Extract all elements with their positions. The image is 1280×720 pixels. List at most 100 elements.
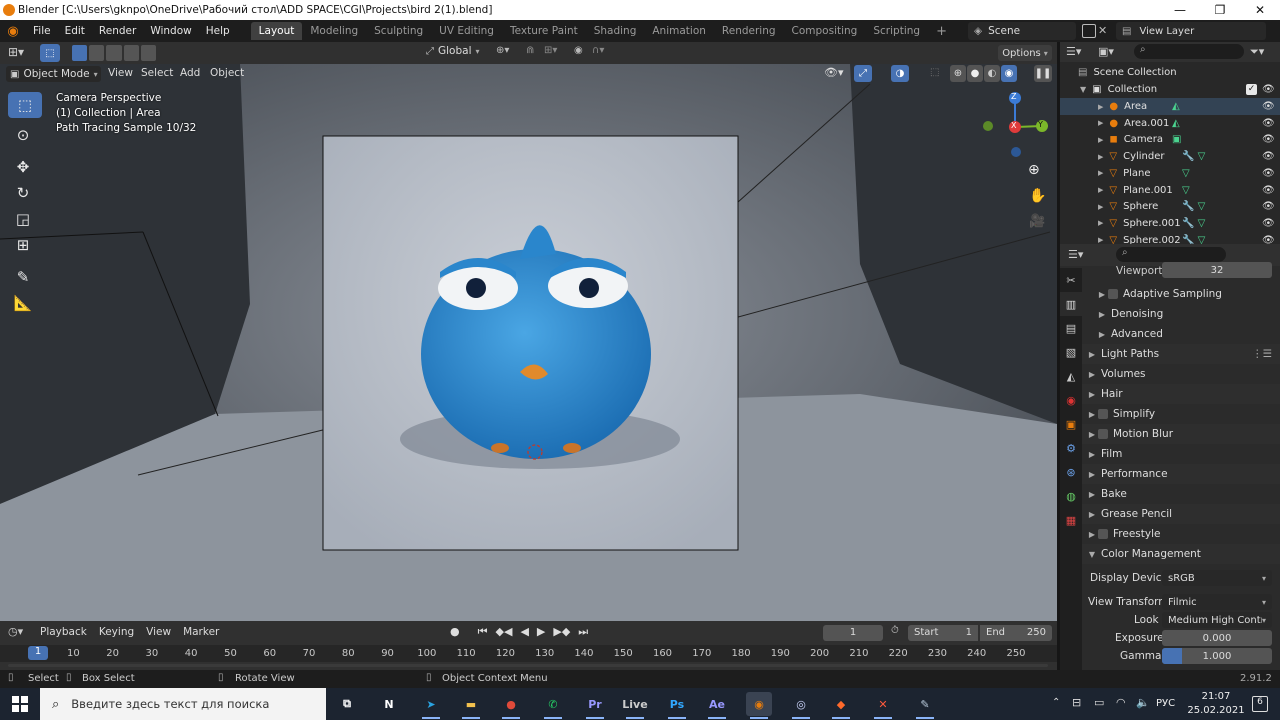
outliner-search-input[interactable]: ⌕ (1134, 44, 1244, 59)
volume-icon[interactable]: 🔈 (1136, 696, 1150, 709)
sidebar-toggle-icon[interactable]: ❚❚ (1034, 65, 1052, 82)
viewport-menu-add[interactable]: Add (180, 67, 200, 79)
language-indicator[interactable]: РУС (1156, 698, 1175, 709)
panel-performance[interactable]: ▶ Performance (1082, 464, 1280, 484)
play-icon[interactable]: ▶ (537, 625, 545, 639)
subpanel-advanced[interactable]: ▶ Advanced (1082, 324, 1280, 344)
viewport-menu-select[interactable]: Select (141, 67, 173, 79)
menu-help[interactable]: Help (199, 25, 237, 37)
view-layer-tab-icon[interactable]: ▧ (1060, 340, 1082, 364)
expand-triangle-icon[interactable]: ▼ (1080, 85, 1086, 94)
expand-triangle-icon[interactable]: ▶ (1098, 203, 1103, 211)
outliner-item-area-001[interactable]: ▶ ● Area.001 ◭ 👁 (1060, 115, 1280, 132)
move-tool-icon[interactable]: ✥ (8, 154, 38, 180)
select-extend-icon[interactable] (89, 45, 105, 61)
windows-start-icon[interactable] (12, 696, 28, 712)
panel-color-management[interactable]: ▼ Color Management (1082, 544, 1280, 564)
visibility-eye-icon[interactable]: 👁 (1262, 185, 1275, 196)
tab-animation[interactable]: Animation (644, 22, 714, 40)
taskbar-notion-icon[interactable]: N (376, 692, 402, 716)
object-mode-dropdown[interactable]: ▣ Object Mode ▾ (6, 66, 101, 82)
collection-checkbox[interactable]: ✓ (1246, 84, 1257, 95)
jump-end-icon[interactable]: ⏭ (578, 625, 588, 639)
outliner-scene-collection[interactable]: ▤ Scene Collection (1060, 64, 1280, 81)
expand-triangle-icon[interactable]: ▶ (1098, 136, 1103, 144)
timeline-menu-view[interactable]: View (146, 626, 171, 638)
xray-icon[interactable]: ⬚ (930, 67, 939, 78)
visibility-eye-icon[interactable]: 👁 (1262, 168, 1275, 179)
taskbar-after-effects-icon[interactable]: Ae (704, 692, 730, 719)
pivot-point-icon[interactable]: ⊕▾ (496, 45, 509, 56)
mesh-data-icon[interactable]: 🔧 ▽ (1182, 151, 1205, 162)
visibility-eye-icon[interactable]: 👁 (1262, 218, 1275, 229)
properties-search-input[interactable]: ⌕ (1116, 247, 1226, 262)
maximize-button[interactable]: ❐ (1200, 0, 1240, 20)
tab-sculpting[interactable]: Sculpting (366, 22, 431, 40)
taskbar-search-box[interactable]: ⌕ Введите здесь текст для поиска (40, 688, 326, 720)
snap-target-icon[interactable]: ⊞▾ (544, 45, 557, 56)
output-tab-icon[interactable]: ▤ (1060, 316, 1082, 340)
view-transform-select[interactable]: Filmic ▾ (1162, 594, 1272, 610)
camera-view-icon[interactable]: 🎥 (1029, 214, 1045, 229)
tray-chevron-icon[interactable]: ⌃ (1052, 697, 1060, 708)
outliner-item-camera[interactable]: ▶ ◼ Camera ▣ 👁 (1060, 131, 1280, 148)
current-frame-field[interactable]: 1 (823, 625, 883, 641)
taskbar-whatsapp-icon[interactable]: ✆ (540, 692, 566, 719)
gizmo-toggle-icon[interactable]: ⤢ (854, 65, 872, 82)
outliner-item-sphere[interactable]: ▶ ▽ Sphere 🔧 ▽ 👁 (1060, 198, 1280, 215)
clock-date[interactable]: 25.02.2021 (1186, 705, 1246, 716)
taskbar-premiere-icon[interactable]: Pr (582, 692, 608, 719)
viewport-samples-field[interactable]: 32 (1162, 262, 1272, 278)
select-intersect-icon[interactable] (140, 45, 157, 61)
taskbar-chrome-icon[interactable]: ● (498, 692, 524, 719)
zoom-icon[interactable]: ⊕ (1028, 162, 1040, 178)
adaptive-sampling-checkbox[interactable] (1108, 289, 1118, 299)
texture-tab-icon[interactable]: ▦ (1060, 508, 1082, 532)
render-tab-icon[interactable]: ▥ (1060, 292, 1082, 316)
select-new-icon[interactable] (72, 45, 88, 61)
cursor-tool-icon[interactable]: ⊙ (8, 122, 38, 148)
close-button[interactable]: ✕ (1240, 0, 1280, 20)
tab-layout[interactable]: Layout (250, 22, 303, 40)
visibility-icon[interactable]: 👁▾ (824, 66, 844, 79)
taskbar-blender-icon[interactable]: ◉ (746, 692, 772, 719)
record-icon[interactable]: ● (450, 625, 460, 639)
navigation-gizmo[interactable]: Z Y X (980, 90, 1050, 160)
battery-icon[interactable]: ▭ (1094, 696, 1104, 709)
object-tab-icon[interactable]: ▣ (1060, 412, 1082, 436)
tab-texture-paint[interactable]: Texture Paint (502, 22, 586, 40)
menu-edit[interactable]: Edit (58, 25, 92, 37)
panel-light-paths[interactable]: ▶ Light Paths ⋮☰ (1082, 344, 1280, 364)
visibility-eye-icon[interactable]: 👁 (1262, 134, 1275, 145)
light-data-icon[interactable]: ◭ (1172, 118, 1180, 129)
taskbar-live-icon[interactable]: Live (622, 692, 648, 719)
menu-window[interactable]: Window (143, 25, 198, 37)
start-frame-field[interactable]: Start 1 (908, 625, 978, 641)
taskbar-app-x-icon[interactable]: ✕ (870, 692, 896, 719)
visibility-eye-icon[interactable]: 👁 (1262, 101, 1275, 112)
expand-triangle-icon[interactable]: ▶ (1098, 103, 1103, 111)
expand-triangle-icon[interactable]: ▶ (1098, 153, 1103, 161)
blender-menu-icon[interactable]: ◉ (0, 20, 26, 42)
options-dropdown[interactable]: Options ▾ (998, 45, 1052, 61)
mesh-data-icon[interactable]: ▽ (1182, 185, 1190, 196)
panel-bake[interactable]: ▶ Bake (1082, 484, 1280, 504)
panel-motion-blur[interactable]: ▶ Motion Blur (1082, 424, 1280, 444)
editor-type-icon[interactable]: ⊞▾ (8, 45, 24, 59)
panel-film[interactable]: ▶ Film (1082, 444, 1280, 464)
taskbar-app-ring-icon[interactable]: ◎ (788, 692, 814, 719)
taskbar-task-view-icon[interactable]: ⧉ (334, 692, 360, 716)
expand-triangle-icon[interactable]: ▶ (1098, 169, 1103, 177)
remove-scene-icon[interactable]: ✕ (1098, 24, 1107, 37)
expand-triangle-icon[interactable]: ▶ (1098, 236, 1103, 244)
proportional-edit-icon[interactable]: ◉ (574, 45, 583, 56)
wifi-icon[interactable]: ◠ (1116, 696, 1126, 709)
transform-tool-icon[interactable]: ⊞ (8, 232, 38, 258)
timeline-menu-keying[interactable]: Keying (99, 626, 134, 638)
rotate-tool-icon[interactable]: ↻ (8, 180, 38, 206)
outliner-item-plane[interactable]: ▶ ▽ Plane ▽ 👁 (1060, 165, 1280, 182)
overlays-toggle-icon[interactable]: ◑ (891, 65, 909, 82)
prev-keyframe-icon[interactable]: ◆◀ (496, 625, 513, 639)
tab-shading[interactable]: Shading (586, 22, 645, 40)
solid-shading-icon[interactable]: ● (967, 65, 983, 82)
